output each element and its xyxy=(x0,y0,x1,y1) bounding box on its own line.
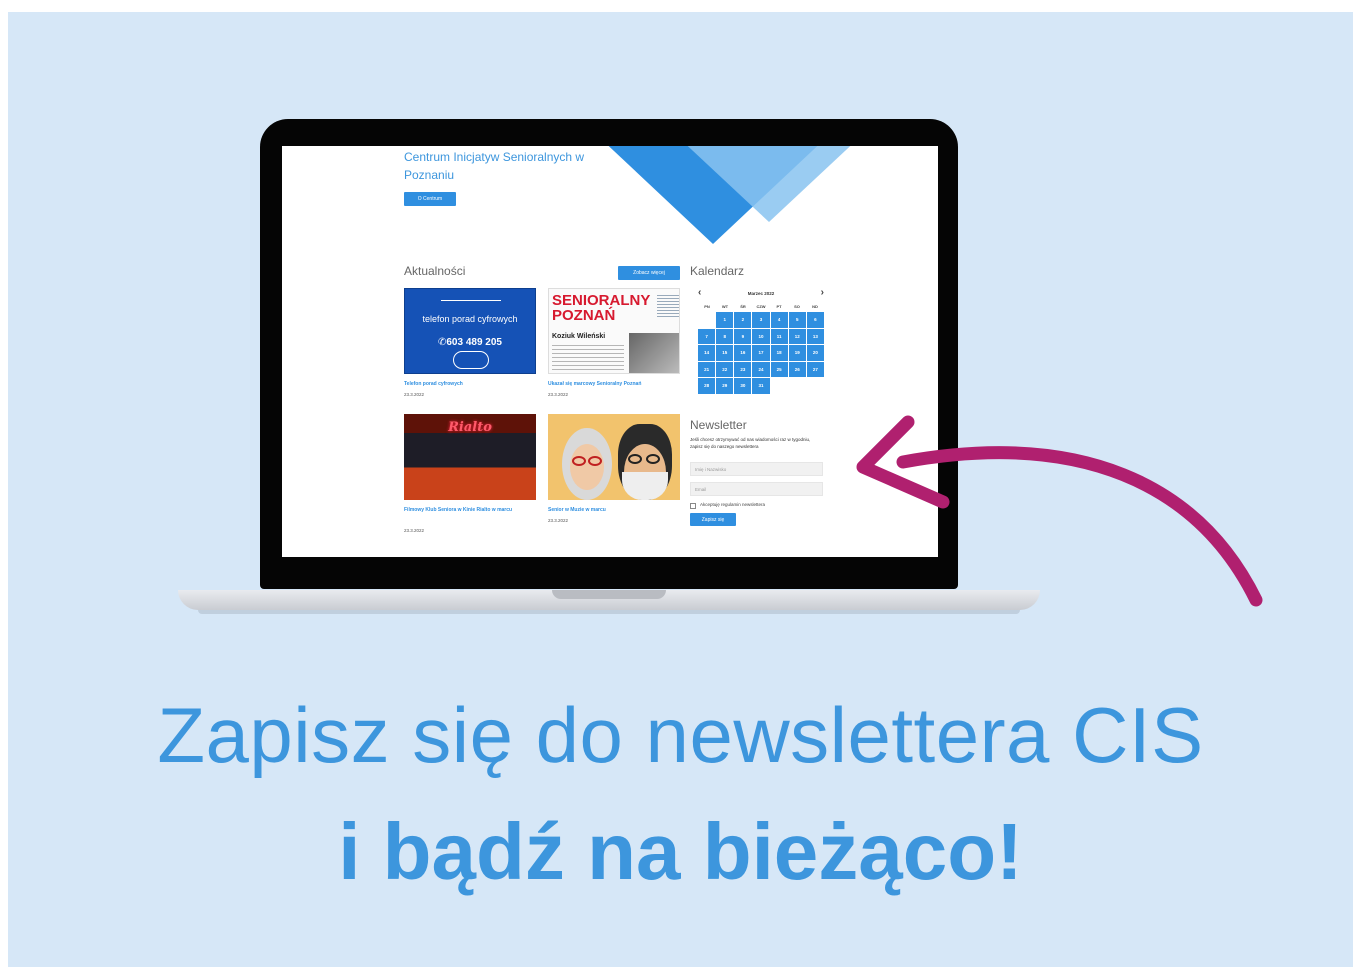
chevron-left-icon[interactable]: ‹ xyxy=(698,286,701,300)
consent-label: Akceptuję regulamin newslettera xyxy=(700,502,766,507)
phone-image-number: ✆603 489 205 xyxy=(437,337,502,348)
chevron-right-icon[interactable]: › xyxy=(821,286,824,300)
news-item-date: 23.3.2022 xyxy=(404,528,425,533)
calendar-day[interactable]: 25 xyxy=(770,361,788,377)
news-item-title[interactable]: Ukazał się marcowy Senioralny Poznań xyxy=(548,380,680,389)
calendar-day[interactable]: 6 xyxy=(806,312,824,328)
calendar-weekday: CZW xyxy=(756,303,766,309)
calendar-day[interactable]: 14 xyxy=(698,345,716,361)
news-image-seniors-illustration[interactable] xyxy=(548,414,680,500)
news-heading: Aktualności xyxy=(404,264,466,278)
calendar-month: Marzec 2022 xyxy=(747,290,775,296)
calendar-day[interactable]: 4 xyxy=(770,312,788,328)
newsletter-banner: Centrum Inicjatyw Senioralnych w Poznani… xyxy=(8,12,1353,967)
site-title: Centrum Inicjatyw Senioralnych w Poznani… xyxy=(404,150,585,182)
calendar-day[interactable]: 12 xyxy=(788,328,806,344)
glasses-icon xyxy=(588,456,602,466)
calendar-day[interactable]: 20 xyxy=(806,345,824,361)
calendar-widget: ‹ Marzec 2022 › PN WT ŚR CZW PT SO ND 12345678… xyxy=(698,286,824,394)
news-item-title[interactable]: Senior w Muzie w marcu xyxy=(548,506,680,515)
calendar-day[interactable]: 11 xyxy=(770,328,788,344)
senior-woman-face xyxy=(570,444,604,490)
calendar-weekday: WT xyxy=(721,303,729,309)
newsletter-heading: Newsletter xyxy=(690,418,747,432)
calendar-day[interactable]: 31 xyxy=(752,378,770,394)
news-item-date: 23.3.2022 xyxy=(548,392,569,397)
calendar-heading: Kalendarz xyxy=(690,264,745,278)
calendar-day[interactable]: 5 xyxy=(788,312,806,328)
laptop-base-shadow xyxy=(198,610,1020,614)
about-button[interactable]: O Centrum xyxy=(404,192,456,206)
calendar-day[interactable]: 27 xyxy=(806,361,824,377)
news-image-phone[interactable]: telefon porad cyfrowych ✆603 489 205 xyxy=(404,288,536,374)
glasses-icon xyxy=(628,454,642,464)
calendar-empty-cell xyxy=(698,312,715,328)
calendar-day[interactable]: 13 xyxy=(806,328,824,344)
calendar-day[interactable]: 7 xyxy=(698,328,716,344)
calendar-day[interactable]: 1 xyxy=(716,312,734,328)
glasses-icon xyxy=(646,454,660,464)
calendar-day[interactable]: 26 xyxy=(788,361,806,377)
calendar-day[interactable]: 30 xyxy=(734,378,752,394)
laptop-notch xyxy=(552,590,666,599)
headline-line-2: i bądź na bieżąco! xyxy=(338,807,1023,896)
decorative-triangle-light xyxy=(677,146,861,222)
calendar-day[interactable]: 16 xyxy=(734,345,752,361)
newsletter-description: Jeśli chcesz otrzymywać od nas wiadomośc… xyxy=(690,437,811,449)
magazine-photo xyxy=(629,333,679,373)
calendar-weekday: ND xyxy=(812,303,818,309)
news-item-date: 23.3.2022 xyxy=(548,518,569,523)
see-more-button[interactable]: Zobacz więcej xyxy=(618,266,680,280)
calendar-day[interactable]: 15 xyxy=(716,345,734,361)
email-input[interactable]: Email xyxy=(690,482,823,496)
calendar-day[interactable]: 2 xyxy=(734,312,752,328)
calendar-day[interactable]: 24 xyxy=(752,361,770,377)
calendar-day[interactable]: 22 xyxy=(716,361,734,377)
news-image-cinema[interactable]: Rialto xyxy=(404,414,536,500)
calendar-day[interactable]: 10 xyxy=(752,328,770,344)
news-item-date: 23.3.2022 xyxy=(404,392,425,397)
senior-man-beard xyxy=(622,472,668,500)
calendar-days-grid: 1 2 3 4 5 6 7 8 9 10 11 12 13 14 15 16 17 18 19 20 21 22 23 24 2… xyxy=(698,312,824,394)
news-item-title[interactable]: Filmowy Klub Seniora w Kinie Rialto w ma… xyxy=(404,506,536,515)
magazine-subtitle: Koziuk Wileński xyxy=(552,333,606,340)
calendar-day[interactable]: 3 xyxy=(752,312,770,328)
calendar-day[interactable]: 19 xyxy=(788,345,806,361)
name-input[interactable]: Imię i Nazwisko xyxy=(690,462,823,476)
news-image-magazine[interactable]: SENIORALNY POZNAŃ Koziuk Wileński xyxy=(548,288,680,374)
magazine-logo-icon xyxy=(657,295,679,319)
phone-devices-icon xyxy=(441,300,501,310)
calendar-day[interactable]: 9 xyxy=(734,328,752,344)
magazine-text-lines xyxy=(552,345,624,371)
headline-line-1: Zapisz się do newslettera CIS xyxy=(157,691,1204,779)
calendar-weekday: PN xyxy=(704,303,710,309)
calendar-day[interactable]: 17 xyxy=(752,345,770,361)
calendar-header: ‹ Marzec 2022 › xyxy=(698,286,824,300)
accessibility-badge-icon xyxy=(453,351,489,369)
calendar-day[interactable]: 28 xyxy=(698,378,716,394)
calendar-day[interactable]: 29 xyxy=(716,378,734,394)
calendar-day[interactable]: 18 xyxy=(770,345,788,361)
calendar-weekday: ŚR xyxy=(740,303,746,309)
glasses-icon xyxy=(572,456,586,466)
laptop-screen: Centrum Inicjatyw Senioralnych w Poznani… xyxy=(282,146,938,557)
newsletter-submit-button[interactable]: Zapisz się xyxy=(690,513,736,526)
calendar-weekday: PT xyxy=(776,303,782,309)
calendar-day[interactable]: 8 xyxy=(716,328,734,344)
calendar-day[interactable]: 23 xyxy=(734,361,752,377)
consent-checkbox[interactable] xyxy=(690,503,696,509)
calendar-weekday: SO xyxy=(794,303,800,309)
cinema-neon-sign: Rialto xyxy=(448,420,492,435)
calendar-weekdays: PN WT ŚR CZW PT SO ND xyxy=(698,300,824,312)
phone-image-text: telefon porad cyfrowych xyxy=(422,314,518,324)
calendar-day[interactable]: 21 xyxy=(698,361,716,377)
news-item-title[interactable]: Telefon porad cyfrowych xyxy=(404,380,536,389)
